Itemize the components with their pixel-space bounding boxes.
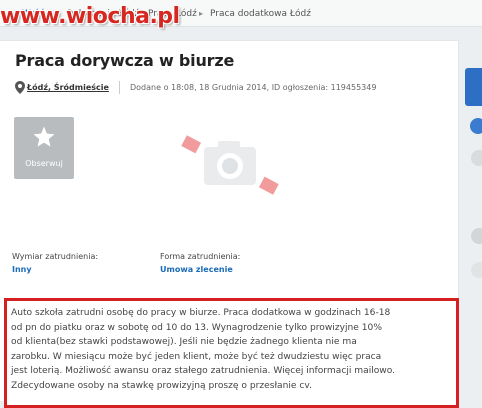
description-line: od pn do piatku oraz w sobotę od 10 do 1… — [11, 322, 382, 333]
description-line: zarobku. W miesiącu może być jeden klien… — [11, 351, 382, 362]
sidebar-blue-circle-icon[interactable] — [470, 118, 482, 134]
detail-value-link[interactable]: Inny — [12, 265, 98, 274]
listing-meta-info: Dodane o 18:08, 18 Grudnia 2014, ID ogło… — [130, 83, 377, 92]
sidebar-gray-circle-icon[interactable] — [471, 228, 482, 244]
description-line: od klienta(bez stawki podstawowej). Jeśl… — [11, 337, 357, 348]
detail-label: Forma zatrudnienia: — [160, 252, 241, 261]
observe-button[interactable]: Obserwuj — [14, 117, 74, 179]
page-title: Praca dorywcza w biurze — [15, 51, 235, 70]
sidebar-gray-circle-icon[interactable] — [471, 150, 482, 166]
star-icon — [33, 126, 55, 147]
listing-description: Auto szkoła zatrudni osobę do pracy w bi… — [11, 306, 451, 394]
location-pin-icon — [15, 81, 25, 94]
detail-contract-type: Forma zatrudnienia: Umowa zlecenie — [160, 252, 240, 274]
detail-employment-type: Wymiar zatrudnienia: Inny — [12, 252, 98, 274]
divider — [119, 81, 120, 94]
sidebar-blue-tab[interactable] — [465, 68, 482, 106]
description-line: jest loterią. Możliwość awansu oraz stał… — [11, 366, 396, 377]
location-link[interactable]: Łódź, Śródmieście — [27, 83, 109, 92]
description-line: Auto szkoła zatrudni osobę do pracy w bi… — [11, 308, 391, 318]
detail-value-link[interactable]: Umowa zlecenie — [160, 265, 240, 274]
description-line: Zdecydowane osoby na stawkę prowizyjną p… — [11, 380, 312, 391]
observe-label: Obserwuj — [25, 159, 63, 168]
breadcrumb-item-current: Praca dodatkowa Łódź — [210, 9, 311, 19]
sidebar-gray-circle-icon[interactable] — [471, 262, 482, 278]
watermark-logo: www.wiocha.pl — [0, 4, 180, 29]
detail-label: Wymiar zatrudnienia: — [12, 252, 99, 261]
no-photo-camera-icon — [181, 135, 279, 195]
